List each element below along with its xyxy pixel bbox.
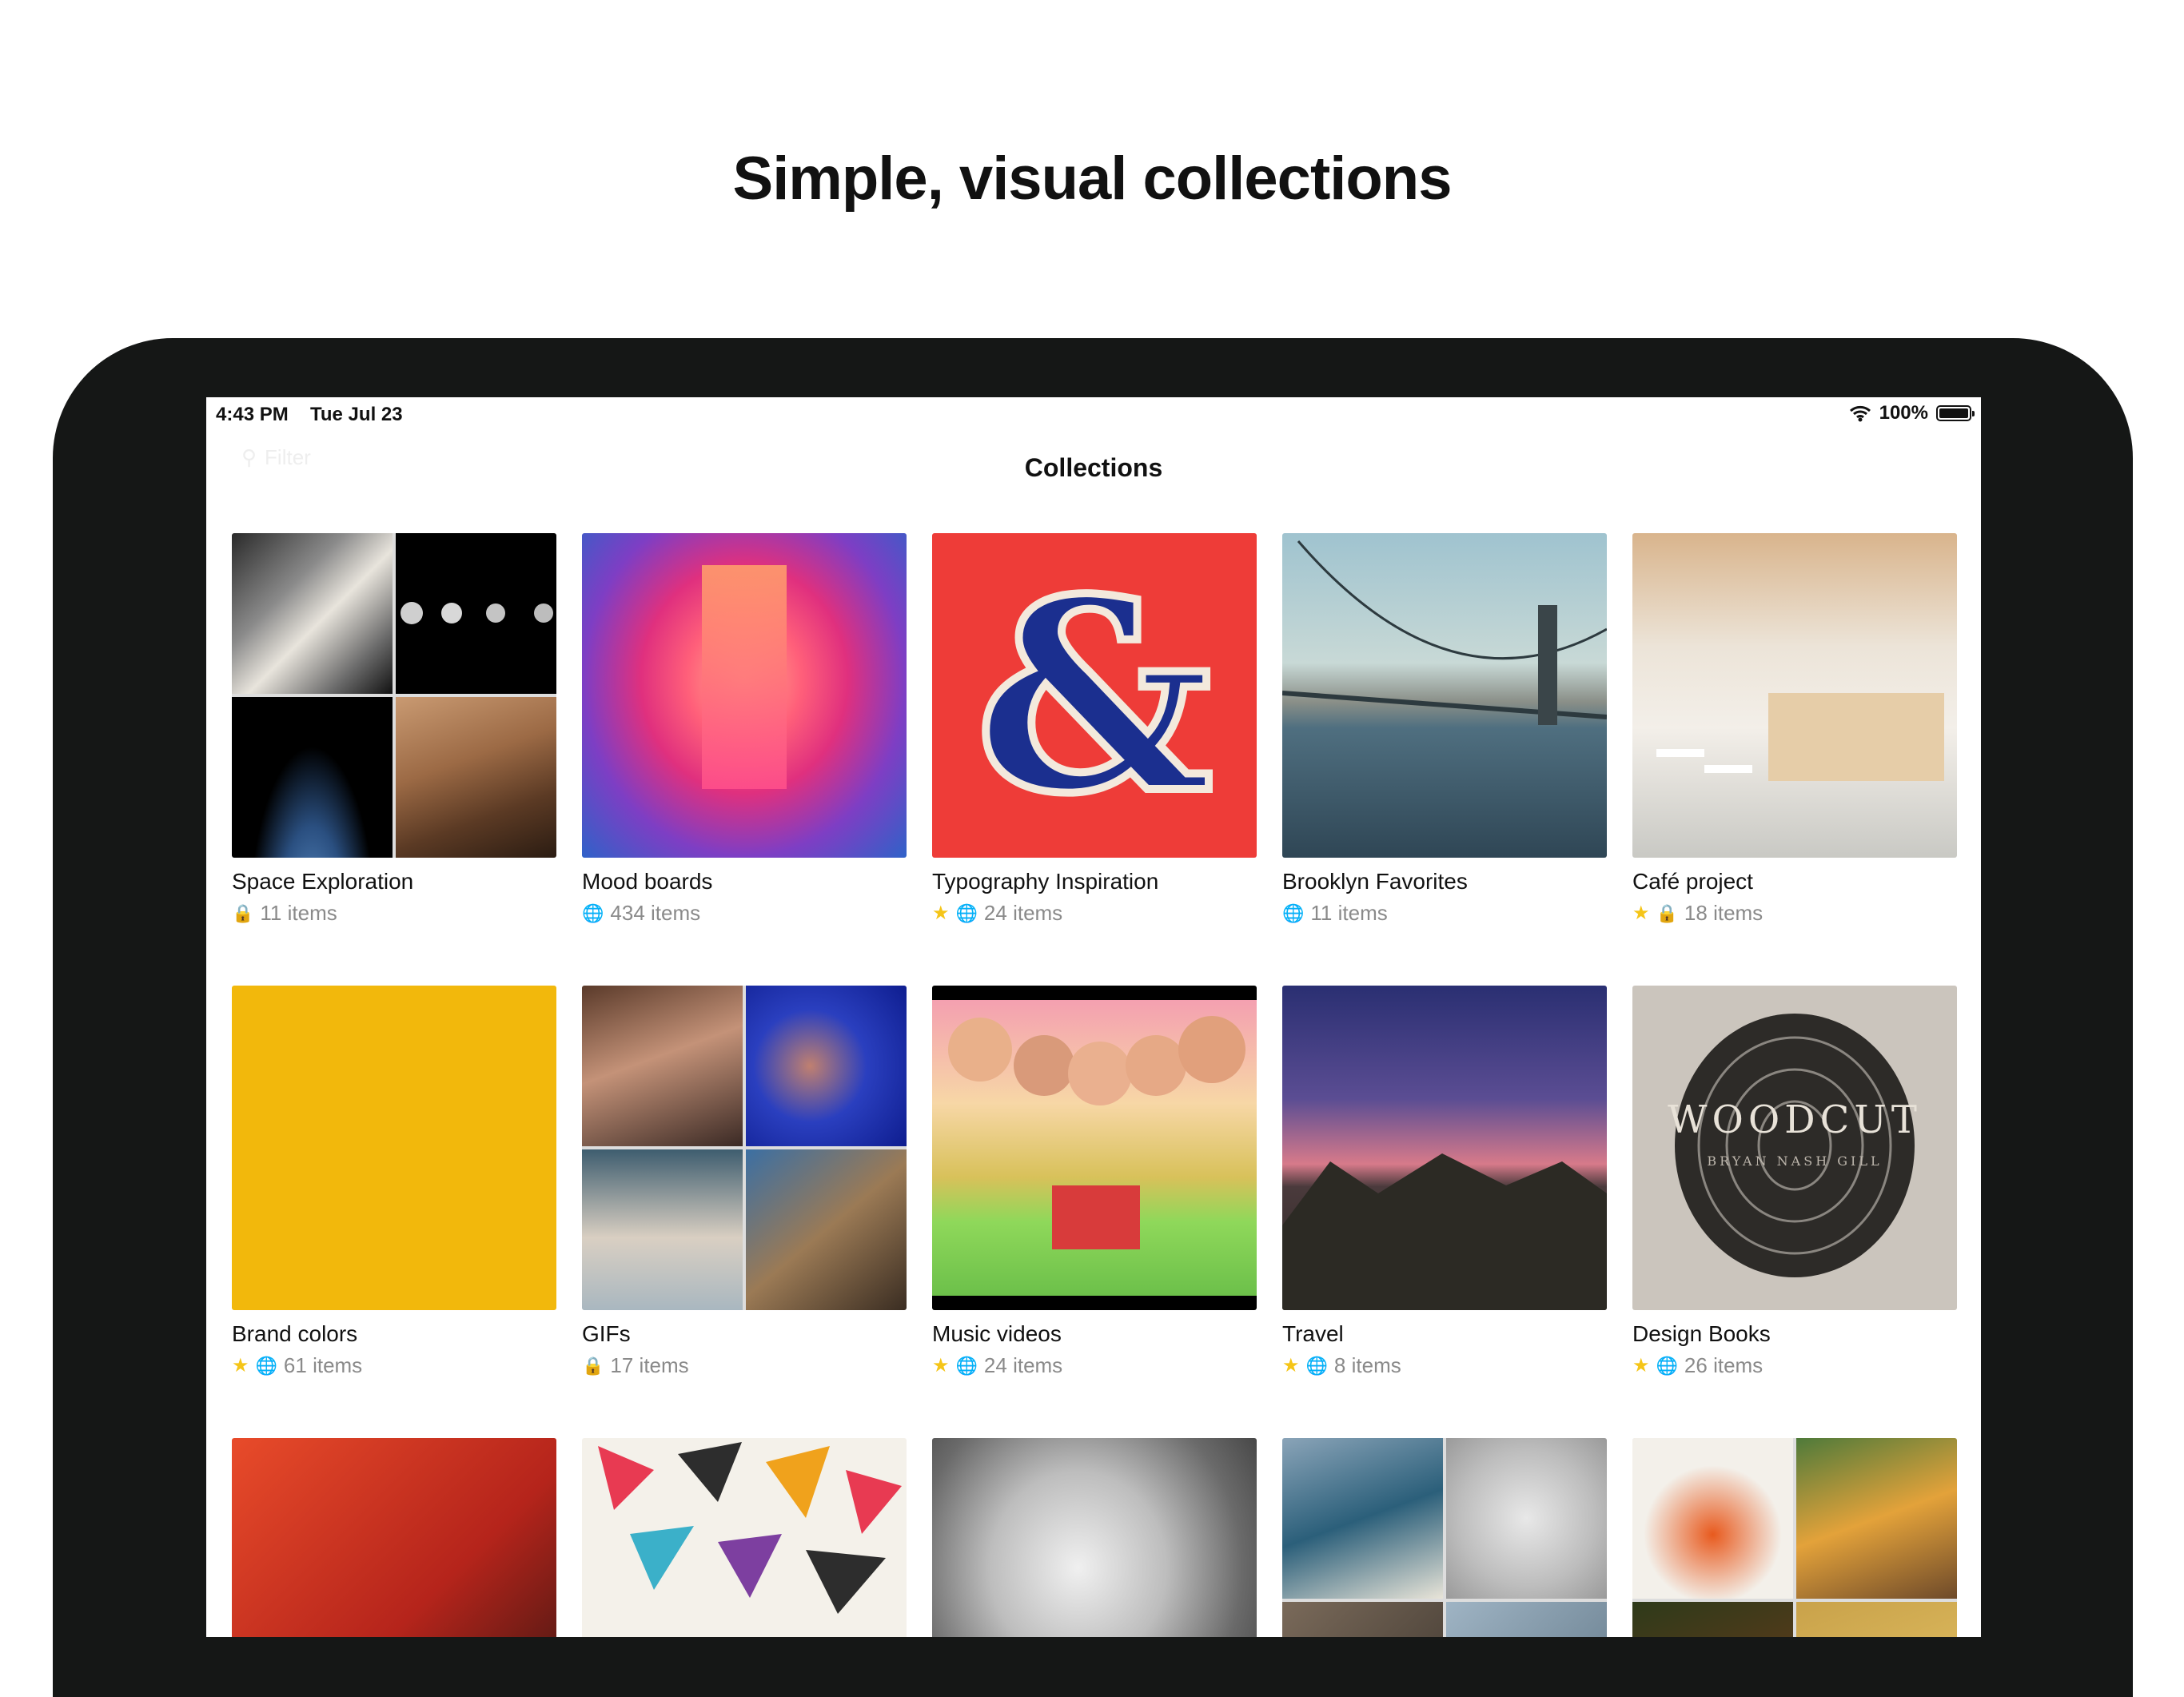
status-bar: 4:43 PM Tue Jul 23 100% <box>206 397 1981 436</box>
collection-meta: 🔒 11 items <box>232 901 556 926</box>
collection-cover <box>1282 1438 1607 1637</box>
collection-card-travel[interactable]: Travel ★ 🌐 8 items <box>1282 986 1607 1378</box>
collection-card-gifs[interactable]: GIFs 🔒 17 items <box>582 986 907 1378</box>
collection-meta: 🌐 11 items <box>1282 901 1607 926</box>
collection-cover <box>582 986 907 1310</box>
collection-cover <box>1282 533 1607 858</box>
book-author: BRYAN NASH GILL <box>1707 1153 1883 1169</box>
collection-card-brooklyn-favorites[interactable]: Brooklyn Favorites 🌐 11 items <box>1282 533 1607 926</box>
collection-card-row3-3[interactable] <box>932 1438 1257 1637</box>
collection-cover: WOODCUT BRYAN NASH GILL <box>1632 986 1957 1310</box>
status-time: 4:43 PM <box>216 404 289 425</box>
collection-meta: ★ 🌐 61 items <box>232 1353 556 1378</box>
collection-title: Design Books <box>1632 1321 1771 1346</box>
collection-card-space-exploration[interactable]: Space Exploration 🔒 11 items <box>232 533 556 926</box>
collection-cover: & <box>932 533 1257 858</box>
item-count: 61 items <box>283 1353 363 1377</box>
lock-icon: 🔒 <box>232 902 254 923</box>
star-icon: ★ <box>1632 902 1650 924</box>
collection-cover <box>1632 1438 1957 1637</box>
collection-cover <box>1632 533 1957 858</box>
globe-icon: 🌐 <box>255 1355 277 1376</box>
star-icon: ★ <box>1282 1355 1300 1376</box>
collection-card-cafe-project[interactable]: Café project ★ 🔒 18 items <box>1632 533 1957 926</box>
star-icon: ★ <box>932 1355 950 1376</box>
collection-title: Café project <box>1632 869 1753 894</box>
star-icon: ★ <box>232 1355 249 1376</box>
collection-card-design-books[interactable]: WOODCUT BRYAN NASH GILL Design Books ★ 🌐… <box>1632 986 1957 1378</box>
globe-icon: 🌐 <box>955 1355 978 1376</box>
svg-text:&: & <box>975 541 1214 851</box>
collection-meta: ★ 🌐 26 items <box>1632 1353 1957 1378</box>
collection-cover <box>582 1438 907 1637</box>
collection-meta: 🔒 17 items <box>582 1353 907 1378</box>
app-screen: 4:43 PM Tue Jul 23 100% ⚲ Filter Collect… <box>206 397 1981 1637</box>
collection-meta: 🌐 434 items <box>582 901 907 926</box>
collection-meta: ★ 🌐 24 items <box>932 901 1257 926</box>
item-count: 24 items <box>983 1353 1063 1377</box>
collection-cover <box>232 1438 556 1637</box>
globe-icon: 🌐 <box>582 902 604 923</box>
status-right: 100% <box>1849 402 1975 424</box>
item-count: 11 items <box>1310 901 1388 925</box>
item-count: 8 items <box>1333 1353 1401 1377</box>
collection-cover <box>932 1438 1257 1637</box>
star-icon: ★ <box>932 902 950 924</box>
collection-cover <box>932 986 1257 1310</box>
item-count: 18 items <box>1684 901 1764 925</box>
collection-card-music-videos[interactable]: Music videos ★ 🌐 24 items <box>932 986 1257 1378</box>
globe-icon: 🌐 <box>1305 1355 1328 1376</box>
lock-icon: 🔒 <box>582 1355 604 1376</box>
item-count: 17 items <box>610 1353 689 1377</box>
collection-title: Brooklyn Favorites <box>1282 869 1468 894</box>
collection-title: Space Exploration <box>232 869 414 894</box>
globe-icon: 🌐 <box>1656 1355 1678 1376</box>
collection-meta: ★ 🔒 18 items <box>1632 901 1957 926</box>
collection-meta: ★ 🌐 24 items <box>932 1353 1257 1378</box>
collection-title: Typography Inspiration <box>932 869 1159 894</box>
page-title: Collections <box>1024 453 1163 482</box>
collection-cover <box>1282 986 1607 1310</box>
collection-cover <box>232 986 556 1310</box>
lock-icon: 🔒 <box>1656 902 1678 923</box>
collection-title: Mood boards <box>582 869 713 894</box>
collection-title: Music videos <box>932 1321 1062 1346</box>
collection-card-mood-boards[interactable]: Mood boards 🌐 434 items <box>582 533 907 926</box>
collection-card-typography-inspiration[interactable]: & Typography Inspiration ★ 🌐 24 items <box>932 533 1257 926</box>
book-title: WOODCUT <box>1668 1097 1922 1142</box>
globe-icon: 🌐 <box>955 902 978 923</box>
collection-cover <box>582 533 907 858</box>
item-count: 26 items <box>1684 1353 1764 1377</box>
page-headline: Simple, visual collections <box>732 145 1453 213</box>
collection-card-brand-colors[interactable]: Brand colors ★ 🌐 61 items <box>232 986 556 1378</box>
globe-icon: 🌐 <box>1282 902 1305 923</box>
collection-card-row3-2[interactable] <box>582 1438 907 1637</box>
item-count: 434 items <box>610 901 701 925</box>
collection-title: Travel <box>1282 1321 1344 1346</box>
collection-title: Brand colors <box>232 1321 358 1346</box>
collection-card-row3-4[interactable] <box>1282 1438 1607 1637</box>
item-count: 24 items <box>983 901 1063 925</box>
collection-card-row3-1[interactable] <box>232 1438 556 1637</box>
collection-meta: ★ 🌐 8 items <box>1282 1353 1607 1378</box>
status-date: Tue Jul 23 <box>310 404 403 425</box>
collection-cover <box>232 533 556 858</box>
battery-percent: 100% <box>1879 402 1928 424</box>
star-icon: ★ <box>1632 1355 1650 1376</box>
collection-card-row3-5[interactable] <box>1632 1438 1957 1637</box>
collection-title: GIFs <box>582 1321 631 1346</box>
item-count: 11 items <box>260 901 337 925</box>
battery-icon <box>1936 405 1975 421</box>
wifi-icon <box>1849 405 1871 422</box>
